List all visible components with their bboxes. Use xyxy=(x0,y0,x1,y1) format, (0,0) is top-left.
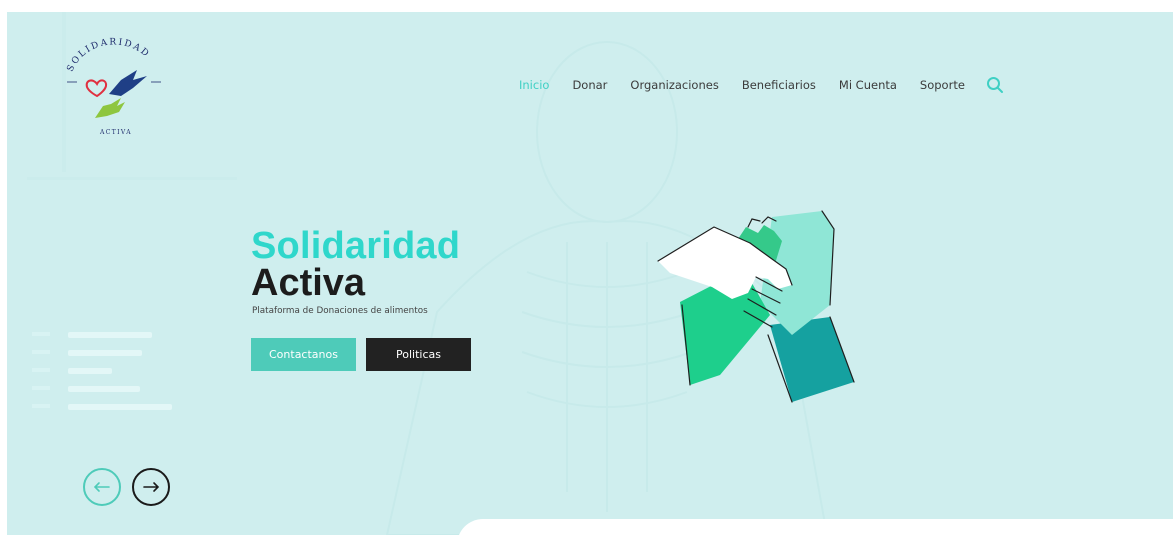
politicas-button[interactable]: Politicas xyxy=(366,338,471,371)
nav-item-soporte[interactable]: Soporte xyxy=(920,78,965,92)
nav-item-donar[interactable]: Donar xyxy=(572,78,607,92)
search-icon[interactable] xyxy=(986,76,1004,94)
stacked-hands-illustration xyxy=(657,210,855,403)
slider-next-arrow-icon[interactable] xyxy=(131,467,171,507)
nav-item-beneficiarios[interactable]: Beneficiarios xyxy=(742,78,816,92)
slider-prev-arrow-icon[interactable] xyxy=(82,467,122,507)
hero-title-line-2: Activa xyxy=(251,262,366,304)
nav-item-inicio[interactable]: Inicio xyxy=(519,78,549,92)
content-panel-edge xyxy=(457,519,1173,535)
hero-subtitle: Plataforma de Donaciones de alimentos xyxy=(252,306,428,316)
solidaridad-activa-logo[interactable]: SOLIDARIDAD ACTIVA xyxy=(59,24,169,142)
main-navigation: Inicio Donar Organizaciones Beneficiario… xyxy=(519,74,1004,96)
svg-text:SOLIDARIDAD: SOLIDARIDAD xyxy=(66,37,152,73)
hero-section: SOLIDARIDAD ACTIVA Inicio Donar Organiza… xyxy=(7,12,1173,535)
contactanos-button[interactable]: Contactanos xyxy=(251,338,356,371)
hero-title-line-1: Solidaridad xyxy=(251,225,461,267)
nav-item-mi-cuenta[interactable]: Mi Cuenta xyxy=(839,78,897,92)
nav-item-organizaciones[interactable]: Organizaciones xyxy=(630,78,718,92)
svg-text:ACTIVA: ACTIVA xyxy=(99,129,132,136)
background-dashboard-decoration xyxy=(32,332,192,432)
